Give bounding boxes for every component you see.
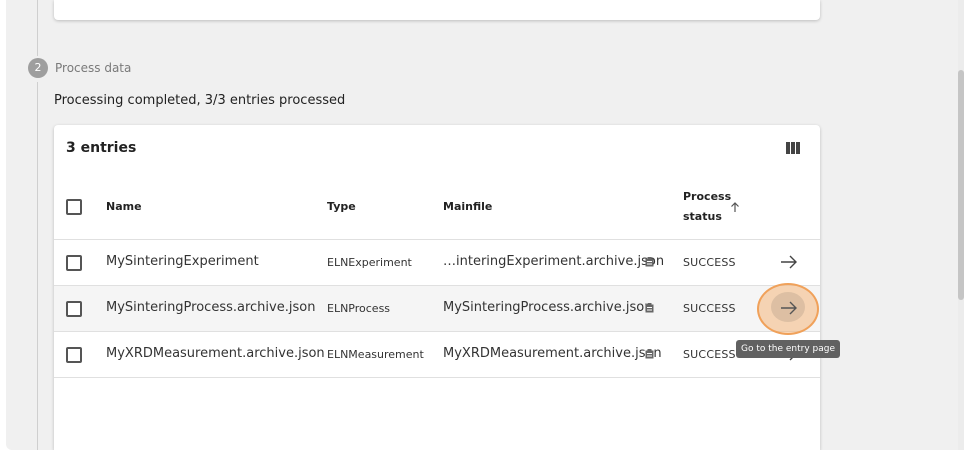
entry-name: MyXRDMeasurement.archive.json	[106, 346, 325, 361]
entry-name: MySinteringProcess.archive.json	[106, 300, 316, 315]
entry-type: ELNProcess	[327, 302, 391, 315]
arrow-up-icon[interactable]	[729, 201, 741, 213]
tooltip: Go to the entry page	[736, 340, 840, 358]
stepper-connector	[37, 82, 38, 450]
column-header-type[interactable]: Type	[327, 200, 356, 213]
arrow-right-icon[interactable]	[776, 297, 802, 319]
column-header-status-line1[interactable]: Process	[683, 190, 731, 203]
entry-mainfile: MyXRDMeasurement.archive.json	[443, 346, 662, 361]
arrow-right-icon[interactable]	[776, 251, 802, 273]
entry-type: ELNMeasurement	[327, 348, 424, 361]
previous-step-card	[54, 0, 820, 20]
select-all-checkbox[interactable]	[66, 199, 82, 215]
clipboard-icon[interactable]	[645, 349, 654, 359]
entry-status: SUCCESS	[683, 348, 736, 361]
column-header-name[interactable]: Name	[106, 200, 142, 213]
entries-table-card: 3 entries Name Type Mainfile Process sta…	[54, 125, 820, 450]
entries-count-title: 3 entries	[66, 140, 137, 156]
entry-mainfile: …interingExperiment.archive.json	[443, 254, 665, 269]
entry-status: SUCCESS	[683, 302, 736, 315]
step-label: Process data	[55, 61, 132, 75]
row-checkbox[interactable]	[66, 255, 82, 271]
stepper-connector	[37, 0, 38, 56]
row-checkbox[interactable]	[66, 347, 82, 363]
entry-mainfile: MySinteringProcess.archive.json	[443, 300, 653, 315]
table-row[interactable]: MySinteringProcess.archive.json ELNProce…	[54, 286, 820, 331]
processing-status-message: Processing completed, 3/3 entries proces…	[54, 93, 346, 108]
entry-type: ELNExperiment	[327, 256, 412, 269]
table-row[interactable]: MySinteringExperiment ELNExperiment …int…	[54, 240, 820, 285]
view-column-icon[interactable]	[786, 141, 804, 155]
clipboard-icon[interactable]	[645, 303, 654, 313]
row-divider	[54, 377, 820, 378]
column-header-status-line2[interactable]: status	[683, 210, 722, 223]
entry-status: SUCCESS	[683, 256, 736, 269]
step-number-badge: 2	[28, 58, 48, 78]
row-checkbox[interactable]	[66, 301, 82, 317]
clipboard-icon[interactable]	[645, 257, 654, 267]
entry-name: MySinteringExperiment	[106, 254, 259, 269]
column-header-mainfile[interactable]: Mainfile	[443, 200, 492, 213]
scrollbar-thumb[interactable]	[958, 70, 964, 300]
table-row[interactable]: MyXRDMeasurement.archive.json ELNMeasure…	[54, 332, 820, 377]
